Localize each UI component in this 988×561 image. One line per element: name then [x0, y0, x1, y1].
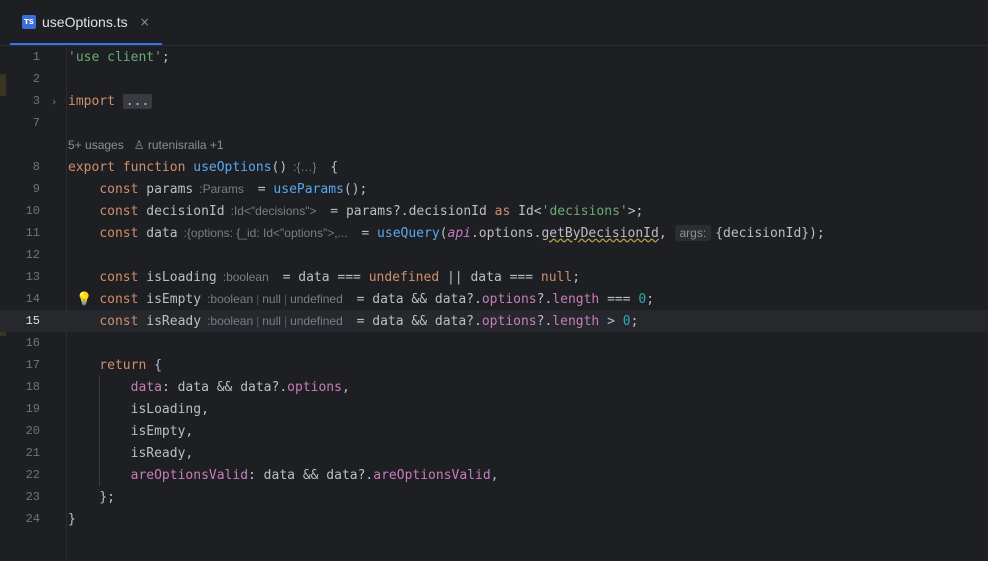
author-link[interactable]: rutenisraila +1 [148, 138, 224, 152]
code-text: const params:Params = useParams(); [99, 181, 368, 197]
code-text: isEmpty, [130, 423, 194, 439]
line-number: 21 [25, 446, 40, 460]
chevron-right-icon[interactable]: › [52, 95, 56, 108]
line-number: 11 [25, 226, 40, 240]
code-text: const data:{options: {_id: Id<"options">… [99, 224, 825, 241]
line-number: 8 [32, 160, 40, 174]
code-line: 18 data: data && data?.options, [0, 376, 988, 398]
code-line: 19 isLoading, [0, 398, 988, 420]
line-number: 7 [32, 116, 40, 130]
code-line-current: 15 const isReady:boolean | null | undefined … [0, 310, 988, 332]
code-line: 12 [0, 244, 988, 266]
code-line: 20 isEmpty, [0, 420, 988, 442]
line-number: 9 [32, 182, 40, 196]
line-number: 22 [25, 468, 40, 482]
parameter-hint: args: [674, 224, 712, 241]
code-line: 11 const data:{options: {_id: Id<"option… [0, 222, 988, 244]
code-line: 24 } [0, 508, 988, 530]
code-text: areOptionsValid: data && data?.areOption… [130, 467, 499, 483]
code-text: import ... [68, 93, 153, 109]
code-line: 13 const isLoading:boolean = data === un… [0, 266, 988, 288]
folded-imports[interactable]: ... [122, 93, 153, 109]
line-number: 24 [25, 512, 40, 526]
code-text: 'use client'; [68, 49, 170, 65]
line-number: 17 [25, 358, 40, 372]
code-line: 8 export function useOptions():{…} { [0, 156, 988, 178]
code-text: const isReady:boolean | null | undefined = d… [99, 313, 639, 329]
code-text: isLoading, [130, 401, 209, 417]
inlay-hint: :{…} [293, 159, 317, 174]
line-number: 18 [25, 380, 40, 394]
tab-useoptions[interactable]: TS useOptions.ts × [10, 0, 162, 45]
code-text: isReady, [130, 445, 194, 461]
code-line: 9 const params:Params = useParams(); [0, 178, 988, 200]
code-line: 2 [0, 68, 988, 90]
code-text: return { [99, 357, 162, 373]
code-text: const isLoading:boolean = data === undef… [99, 269, 581, 285]
inlay-hint: :boolean | null | undefined [207, 291, 343, 306]
line-number: 16 [25, 336, 40, 350]
line-number: 15 [25, 314, 40, 328]
code-text: }; [99, 489, 115, 505]
inlay-hint: :Params [199, 181, 244, 196]
code-text: export function useOptions():{…} { [68, 159, 339, 175]
line-number: 2 [32, 72, 40, 86]
inlay-hint: :{options: {_id: Id<"options">,... [183, 225, 348, 240]
close-icon[interactable]: × [140, 15, 150, 29]
code-line: 3 › import ... [0, 90, 988, 112]
line-number: 19 [25, 402, 40, 416]
user-icon: ♙ [133, 138, 145, 152]
code-line: 1 'use client'; [0, 46, 988, 68]
line-number: 12 [25, 248, 40, 262]
editor-tab-bar: TS useOptions.ts × [0, 0, 988, 46]
code-vision: 5+ usages ♙ rutenisraila +1 [68, 138, 224, 152]
code-line: 14 💡 const isEmpty:boolean | null | undefine… [0, 288, 988, 310]
code-text: const isEmpty:boolean | null | undefined = d… [99, 291, 655, 307]
code-line: 22 areOptionsValid: data && data?.areOpt… [0, 464, 988, 486]
code-line: 16 [0, 332, 988, 354]
line-number: 10 [25, 204, 40, 218]
code-text: } [68, 511, 76, 527]
inlay-hint: :boolean | null | undefined [207, 313, 343, 328]
line-number: 3 [32, 94, 40, 108]
typescript-file-icon: TS [22, 14, 36, 29]
inlay-hint: :Id<"decisions"> [230, 203, 317, 218]
code-line: 7 [0, 112, 988, 134]
tab-title: useOptions.ts [42, 13, 128, 30]
code-line: 23 }; [0, 486, 988, 508]
usages-link[interactable]: 5+ usages [68, 138, 124, 152]
code-line: 17 return { [0, 354, 988, 376]
line-number: 23 [25, 490, 40, 504]
code-line: 21 isReady, [0, 442, 988, 464]
inlay-hint: :boolean [222, 269, 269, 284]
code-text: const decisionId:Id<"decisions"> = param… [99, 203, 644, 219]
line-number: 1 [32, 50, 40, 64]
code-text: data: data && data?.options, [130, 379, 350, 395]
line-number: 20 [25, 424, 40, 438]
code-line: 10 const decisionId:Id<"decisions"> = pa… [0, 200, 988, 222]
line-number: 14 [25, 292, 40, 306]
code-vision-line: 5+ usages ♙ rutenisraila +1 [0, 134, 988, 156]
line-number: 13 [25, 270, 40, 284]
